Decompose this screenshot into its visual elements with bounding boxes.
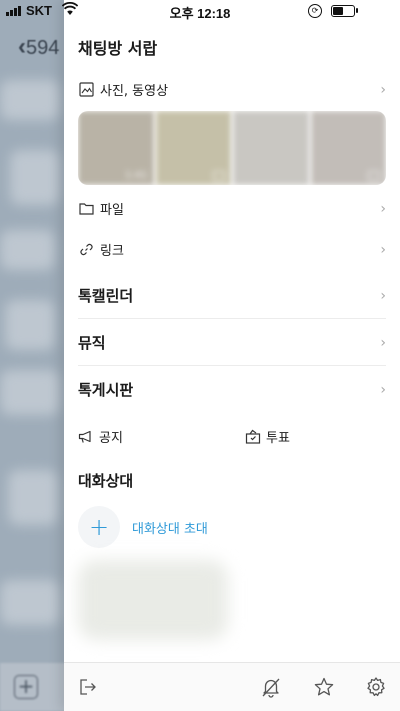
back-unread-count: 594 xyxy=(26,37,60,59)
chevron-left-icon: ‹ xyxy=(18,33,26,60)
drawer-toolbar xyxy=(64,662,400,711)
vote-button[interactable]: 투표 xyxy=(245,427,290,446)
chevron-right-icon: › xyxy=(380,81,386,98)
link-icon xyxy=(78,242,94,258)
plus-icon: + xyxy=(78,506,120,548)
invite-member-label: 대화상대 초대 xyxy=(132,521,208,537)
chevron-right-icon: › xyxy=(380,200,386,217)
music-label: 뮤직 xyxy=(78,334,106,352)
photo-thumbnail-strip: 1:41 xyxy=(78,111,386,185)
notice-label: 공지 xyxy=(99,431,123,446)
image-icon xyxy=(78,82,94,98)
talk-calendar-label: 톡캘린더 xyxy=(78,287,134,305)
talk-calendar-row[interactable]: 톡캘린더 › xyxy=(78,285,386,306)
music-row[interactable]: 뮤직 › xyxy=(78,332,386,353)
member-list-item[interactable] xyxy=(78,560,228,640)
invite-member-button[interactable]: + 대화상대 초대 xyxy=(78,506,208,548)
photo-thumbnail[interactable] xyxy=(155,111,231,185)
files-label: 파일 xyxy=(100,203,124,218)
chevron-right-icon: › xyxy=(380,241,386,258)
photo-thumbnail[interactable] xyxy=(233,111,309,185)
star-icon[interactable] xyxy=(312,675,336,699)
ballot-box-icon xyxy=(245,429,261,445)
photos-videos-row[interactable]: 사진, 동영상 › xyxy=(78,80,386,99)
photos-videos-label: 사진, 동영상 xyxy=(100,84,169,99)
chevron-right-icon: › xyxy=(380,287,386,304)
gallery-icon xyxy=(213,171,225,181)
talk-board-row[interactable]: 톡게시판 › xyxy=(78,379,386,400)
photo-thumbnail[interactable]: 1:41 xyxy=(78,111,154,185)
members-section-title: 대화상대 xyxy=(78,472,134,490)
thumbnail-duration: 1:41 xyxy=(125,170,148,181)
chevron-right-icon: › xyxy=(380,381,386,398)
links-label: 링크 xyxy=(100,244,124,259)
links-row[interactable]: 링크 › xyxy=(78,240,386,259)
chat-drawer: 채팅방 서랍 사진, 동영상 › 1:41 파일 › 링크 › 톡캘린더 › 뮤… xyxy=(64,0,400,711)
exit-icon[interactable] xyxy=(76,675,100,699)
chevron-right-icon: › xyxy=(380,334,386,351)
folder-icon xyxy=(78,201,94,217)
notice-button[interactable]: 공지 xyxy=(78,427,123,446)
battery-icon xyxy=(331,5,355,17)
vote-label: 투표 xyxy=(266,431,290,446)
files-row[interactable]: 파일 › xyxy=(78,199,386,218)
photo-thumbnail[interactable] xyxy=(310,111,386,185)
gallery-icon xyxy=(368,171,380,181)
megaphone-icon xyxy=(78,429,94,445)
gear-icon[interactable] xyxy=(364,675,388,699)
talk-board-label: 톡게시판 xyxy=(78,381,134,399)
bell-off-icon[interactable] xyxy=(259,675,283,699)
drawer-title: 채팅방 서랍 xyxy=(78,39,158,58)
back-button[interactable]: ‹594 xyxy=(18,33,59,61)
add-attachment-button[interactable]: + xyxy=(14,675,38,699)
orientation-lock-icon: ⟳ xyxy=(308,4,322,18)
status-bar: SKT 오후 12:18 ⟳ xyxy=(0,0,400,22)
